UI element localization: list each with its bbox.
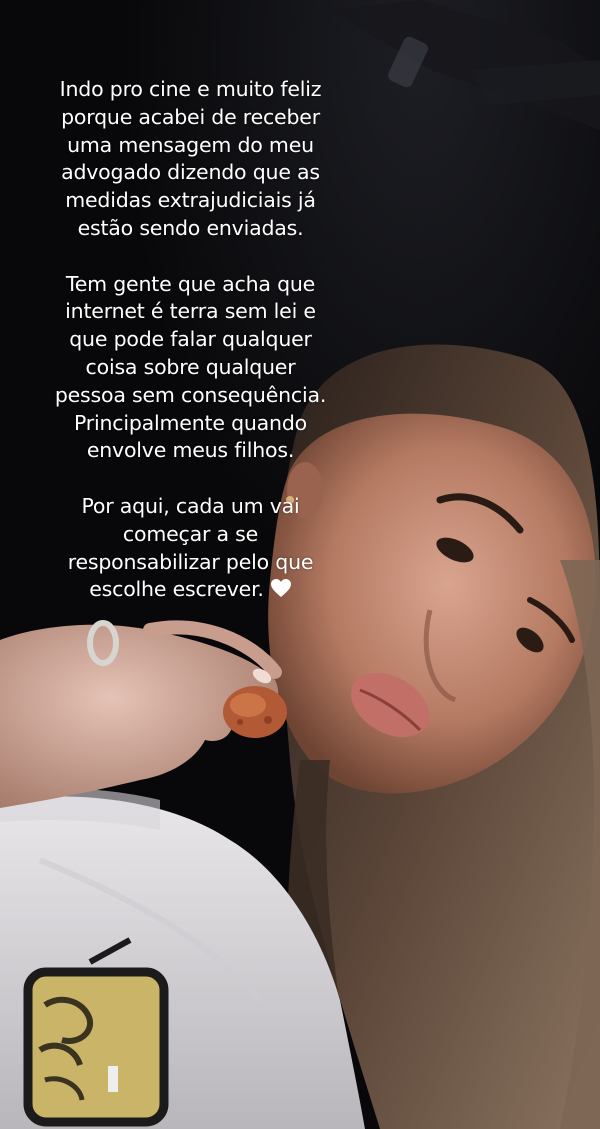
caption-line: uma mensagem do meu (67, 132, 314, 157)
caption-line: envolve meus filhos. (86, 438, 295, 463)
caption-line: estão sendo enviadas. (77, 215, 304, 240)
caption-line: começar a se (122, 521, 259, 546)
story-caption: Indo pro cine e muito feliz porque acabe… (18, 76, 363, 634)
caption-line: coisa sobre qualquer (85, 354, 296, 379)
caption-line: pessoa sem consequência. (54, 382, 327, 407)
caption-line: Por aqui, cada um vai (81, 493, 300, 518)
caption-line-text: escolhe escrever. (89, 577, 264, 602)
caption-line: que pode falar qualquer (69, 327, 312, 352)
caption-line: Indo pro cine e muito feliz (59, 77, 322, 101)
caption-paragraph-1: Indo pro cine e muito feliz porque acabe… (18, 76, 363, 243)
caption-paragraph-3: Por aqui, cada um vai começar a se respo… (18, 493, 363, 606)
caption-paragraph-2: Tem gente que acha que internet é terra … (18, 271, 363, 466)
caption-line: responsabilizar pelo que (67, 549, 314, 574)
caption-line: Principalmente quando (73, 410, 307, 435)
white-heart-icon (270, 578, 292, 606)
caption-line: porque acabei de receber (61, 104, 320, 129)
caption-line-last: escolhe escrever. (18, 576, 363, 606)
caption-line: advogado dizendo que as (61, 160, 320, 185)
story-viewer[interactable]: Indo pro cine e muito feliz porque acabe… (0, 0, 600, 1129)
caption-line: medidas extrajudiciais já (65, 188, 316, 213)
caption-line: Tem gente que acha que (65, 271, 316, 296)
caption-line: internet é terra sem lei e (65, 299, 316, 324)
